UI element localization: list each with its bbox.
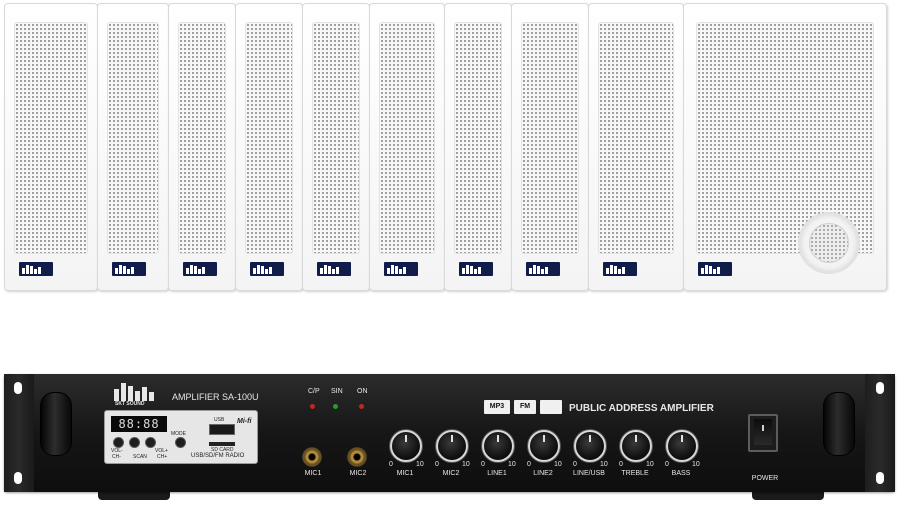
scale-max: 10 (600, 461, 608, 468)
skt-sound-logo-icon (459, 262, 493, 276)
scan-label: SCAN (133, 454, 147, 460)
knob-label-line2: LINE2 (533, 470, 553, 477)
scale-min: 0 (435, 461, 439, 468)
skt-sound-logo-icon (19, 262, 53, 276)
scale-min: 0 (619, 461, 623, 468)
scale-max: 10 (646, 461, 654, 468)
speaker-grille (107, 22, 159, 254)
speaker-2 (97, 3, 169, 291)
mp3-amplifier-badge: MP3 (484, 400, 510, 414)
led-cp (310, 404, 315, 409)
speaker-4 (235, 3, 303, 291)
mic2-jack-label: MIC2 (349, 470, 367, 477)
play-button[interactable] (129, 437, 140, 448)
mp3-display: 88:88 (111, 416, 167, 432)
speaker-grille (454, 22, 502, 254)
radio-label: USB/SD/FM RADIO (191, 453, 245, 459)
fm-badge: FM (514, 400, 536, 414)
radio-wave-icon (540, 400, 562, 414)
skt-sound-logo-icon (114, 383, 158, 401)
ch-minus-label: CH- (112, 454, 121, 460)
model-name: AMPLIFIER SA-100U (172, 392, 259, 402)
led-sin (333, 404, 338, 409)
skt-sound-logo-icon (250, 262, 284, 276)
speaker-grille (178, 22, 226, 254)
amp-foot-right (752, 492, 824, 500)
skt-sound-logo-icon (603, 262, 637, 276)
mp3-module: 88:88 MODE VOL- VOL+ CH- SCAN CH+ USB Mi… (104, 410, 258, 464)
line2-volume-knob[interactable] (528, 430, 560, 462)
speaker-5 (302, 3, 370, 291)
ch-plus-label: CH+ (157, 454, 168, 460)
scale-max: 10 (462, 461, 470, 468)
skt-sound-logo-icon (183, 262, 217, 276)
speaker-7 (444, 3, 512, 291)
power-switch[interactable] (748, 414, 778, 452)
mode-label: MODE (171, 431, 186, 437)
skt-sound-logo-icon (384, 262, 418, 276)
usb-port[interactable] (209, 424, 235, 435)
prev-button[interactable] (113, 437, 124, 448)
brand-name: SKT SOUND (115, 401, 145, 407)
indicator-label-cp: C/P (308, 388, 320, 395)
skt-sound-logo-icon (112, 262, 146, 276)
hifi-label: Mi-fi (237, 418, 252, 425)
scale-min: 0 (389, 461, 393, 468)
rack-ear-left (4, 374, 34, 492)
led-on (359, 404, 364, 409)
handle-left (40, 392, 72, 456)
speaker-6 (369, 3, 445, 291)
skt-sound-logo-icon (698, 262, 732, 276)
knob-label-treble: TREBLE (621, 470, 649, 477)
knob-label-bass: BASS (671, 470, 691, 477)
treble-knob[interactable] (620, 430, 652, 462)
scale-max: 10 (508, 461, 516, 468)
mic2-jack[interactable] (347, 447, 367, 467)
indicator-label-on: ON (357, 388, 368, 395)
line-usb-volume-knob[interactable] (574, 430, 606, 462)
speaker-9 (588, 3, 684, 291)
sd-card-slot[interactable] (209, 442, 235, 446)
scale-min: 0 (481, 461, 485, 468)
speaker-grille (245, 22, 293, 254)
knob-label-line-usb: LINE/USB (573, 470, 605, 477)
amp-foot-left (98, 492, 170, 500)
skt-sound-logo-icon (317, 262, 351, 276)
mic2-volume-knob[interactable] (436, 430, 468, 462)
next-button[interactable] (145, 437, 156, 448)
line1-volume-knob[interactable] (482, 430, 514, 462)
mode-button[interactable] (175, 437, 186, 448)
speaker-8 (511, 3, 589, 291)
speaker-10 (683, 3, 887, 291)
mic1-volume-knob[interactable] (390, 430, 422, 462)
speaker-grille (379, 22, 435, 254)
scale-max: 10 (692, 461, 700, 468)
handle-right (823, 392, 855, 456)
speaker-grille (14, 22, 88, 254)
speaker-3 (168, 3, 236, 291)
scale-min: 0 (573, 461, 577, 468)
mic1-jack[interactable] (302, 447, 322, 467)
mic1-jack-label: MIC1 (304, 470, 322, 477)
scale-min: 0 (527, 461, 531, 468)
knob-label-line1: LINE1 (487, 470, 507, 477)
scale-min: 0 (665, 461, 669, 468)
rack-ear-right (865, 374, 895, 492)
knob-label-mic2: MIC2 (442, 470, 460, 477)
skt-sound-logo-icon (526, 262, 560, 276)
scale-max: 10 (554, 461, 562, 468)
speaker-grille (312, 22, 360, 254)
power-label: POWER (751, 475, 779, 482)
bass-knob[interactable] (666, 430, 698, 462)
speaker-1 (4, 3, 98, 291)
amplifier-title: PUBLIC ADDRESS AMPLIFIER (569, 403, 714, 414)
scale-max: 10 (416, 461, 424, 468)
usb-label: USB (214, 417, 225, 423)
speaker-grille (521, 22, 579, 254)
tweeter (798, 212, 860, 274)
speaker-grille (598, 22, 674, 254)
indicator-label-sin: SIN (331, 388, 343, 395)
knob-label-mic1: MIC1 (396, 470, 414, 477)
